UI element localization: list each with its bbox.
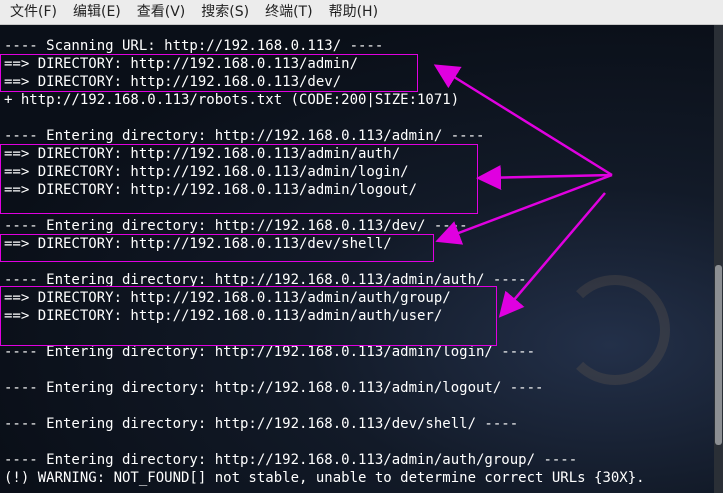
arrow-to-dev-dirs — [435, 173, 613, 245]
arrow-to-admin-dirs — [476, 165, 613, 191]
arrow-to-root-dirs — [433, 64, 613, 177]
annotation-arrows — [433, 64, 613, 318]
